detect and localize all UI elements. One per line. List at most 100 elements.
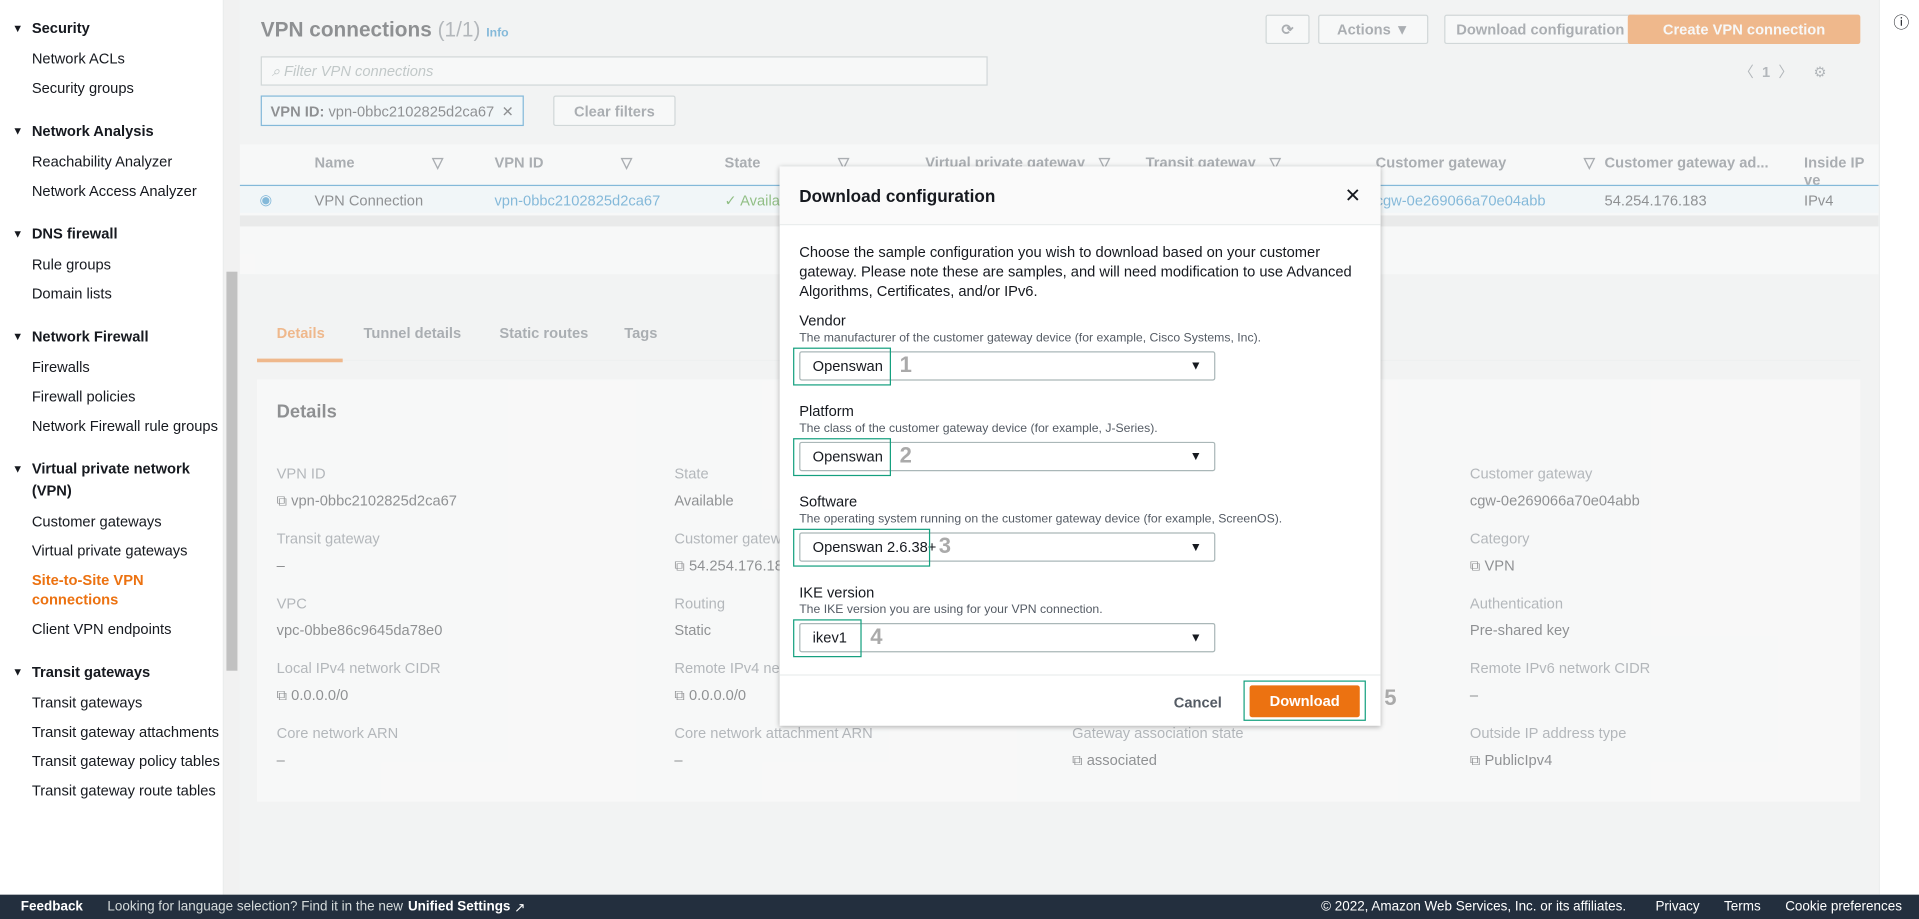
info-icon[interactable]: ⓘ	[1893, 10, 1909, 33]
actions-button[interactable]: Actions ▼	[1318, 14, 1429, 45]
column-header-inside-ip-ve[interactable]: Inside IP ve	[1804, 154, 1879, 188]
feedback-link[interactable]: Feedback	[21, 900, 83, 915]
detail-value-text: Pre-shared key	[1469, 621, 1570, 639]
prev-page-icon[interactable]: 〈	[1739, 64, 1754, 81]
tab-tunnel-details[interactable]: Tunnel details	[363, 324, 461, 341]
download-button[interactable]: Download	[1249, 685, 1360, 718]
terms-link[interactable]: Terms	[1724, 900, 1761, 915]
sort-icon[interactable]: ▽	[1584, 154, 1595, 171]
detail-value-text: Available	[674, 492, 734, 510]
detail-value-vpc[interactable]: vpc-0bbe86c9645da78e0	[277, 622, 443, 639]
copy-icon[interactable]: ⧉	[1470, 557, 1485, 574]
sidebar-item-firewalls[interactable]: Firewalls	[0, 357, 223, 377]
sidebar-item-rule-groups[interactable]: Rule groups	[0, 255, 223, 275]
sidebar-item-transit-gateway-route-tables[interactable]: Transit gateway route tables	[0, 781, 223, 801]
page-title: VPN connections	[260, 18, 432, 42]
sidebar-item-client-vpn-endpoints[interactable]: Client VPN endpoints	[0, 619, 223, 639]
sidebar-item-virtual-private-gateways[interactable]: Virtual private gateways	[0, 541, 223, 561]
close-icon[interactable]: ✕	[1345, 183, 1361, 207]
detail-label: Customer gateway	[1469, 465, 1593, 483]
sidebar-item-transit-gateways[interactable]: Transit gateways	[0, 693, 223, 713]
clear-filters-button[interactable]: Clear filters	[553, 95, 676, 127]
sidebar-item-reachability-analyzer[interactable]: Reachability Analyzer	[0, 152, 223, 172]
row-radio[interactable]: ◉	[259, 191, 272, 208]
copy-icon[interactable]: ⧉	[277, 687, 292, 704]
cell-vpn-id[interactable]: vpn-0bbc2102825d2ca67	[494, 192, 660, 209]
detail-value-text: VPN	[1484, 556, 1515, 575]
field-description: The IKE version you are using for your V…	[799, 603, 1103, 617]
copy-icon[interactable]: ⧉	[674, 687, 689, 704]
external-link-icon: ↗	[514, 900, 526, 915]
cancel-button[interactable]: Cancel	[1174, 694, 1222, 711]
sidebar-section-network-firewall[interactable]: ▼ Network Firewall	[0, 326, 223, 348]
sidebar-item-network-access-analyzer[interactable]: Network Access Analyzer	[0, 181, 223, 201]
detail-label: Core network attachment ARN	[674, 724, 873, 742]
copy-icon[interactable]: ⧉	[277, 492, 292, 509]
detail-value-text: 54.254.176.183	[688, 556, 792, 575]
sidebar-section-transit-gateways[interactable]: ▼ Transit gateways	[0, 661, 223, 683]
sidebar-section-security[interactable]: ▼ Security	[0, 17, 223, 39]
section-title: Transit gateways	[31, 663, 151, 681]
sidebar-item-firewall-policies[interactable]: Firewall policies	[0, 387, 223, 407]
privacy-link[interactable]: Privacy	[1655, 900, 1699, 915]
detail-value-core-network-arn: –	[277, 751, 285, 768]
copy-icon[interactable]: ⧉	[1470, 751, 1485, 768]
step-number: 2	[899, 443, 912, 468]
column-header-vpn-id[interactable]: VPN ID ▽	[494, 154, 632, 171]
detail-value-vpn-id[interactable]: ⧉ vpn-0bbc2102825d2ca67	[277, 492, 457, 510]
column-header-customer-gateway[interactable]: Customer gateway ▽	[1376, 154, 1595, 171]
sort-icon[interactable]: ▽	[621, 154, 632, 171]
tab-tags[interactable]: Tags	[624, 324, 657, 341]
settings-gear-icon[interactable]: ⚙	[1813, 64, 1826, 81]
details-title: Details	[276, 401, 337, 423]
detail-label: Routing	[674, 594, 726, 612]
sort-icon[interactable]: ▽	[432, 154, 443, 171]
detail-label: Category	[1469, 529, 1530, 548]
dialog-intro: Choose the sample configuration you wish…	[799, 243, 1352, 300]
section-title: Virtual private network (VPN)	[31, 460, 190, 500]
page-number[interactable]: 1	[1762, 64, 1770, 81]
detail-value-text: PublicIpv4	[1484, 751, 1553, 769]
create-vpn-connection-button[interactable]: Create VPN connection	[1627, 14, 1861, 45]
sidebar-item-network-acls[interactable]: Network ACLs	[0, 49, 223, 69]
detail-value-customer-gateway[interactable]: cgw-0e269066a70e04abb	[1470, 492, 1640, 509]
sidebar-scrollbar-thumb[interactable]	[226, 271, 238, 671]
cell-inside-ip: IPv4	[1804, 192, 1834, 210]
sidebar-item-transit-gateway-policy-tables[interactable]: Transit gateway policy tables	[0, 751, 223, 771]
column-header-customer-gateway-ad[interactable]: Customer gateway ad...	[1605, 154, 1769, 171]
column-header-name[interactable]: Name ▽	[315, 154, 444, 171]
column-label: State	[724, 154, 761, 172]
language-note: Looking for language selection? Find it …	[107, 899, 404, 915]
info-link[interactable]: Info	[486, 27, 508, 40]
cell-name: VPN Connection	[314, 192, 424, 210]
caret-down-icon: ▼	[12, 124, 24, 138]
sidebar-item-domain-lists[interactable]: Domain lists	[0, 284, 223, 304]
unified-settings-link[interactable]: Unified Settings	[408, 900, 510, 915]
tab-details[interactable]: Details	[277, 324, 325, 341]
copy-icon[interactable]: ⧉	[674, 557, 689, 574]
sidebar-section-dns-firewall[interactable]: ▼ DNS firewall	[0, 223, 223, 245]
cookie-preferences-link[interactable]: Cookie preferences	[1785, 900, 1902, 915]
sidebar-item-site-to-site-vpn-connections[interactable]: Site-to-Site VPN connections	[0, 570, 223, 609]
tab-static-routes[interactable]: Static routes	[499, 324, 588, 341]
remove-token-icon[interactable]: ✕	[502, 102, 514, 119]
section-title: Security	[31, 19, 90, 37]
footer: Feedback Looking for language selection?…	[0, 894, 1919, 919]
cell-cgw-address: 54.254.176.183	[1604, 192, 1707, 210]
sidebar-section-virtual-private-network-vpn[interactable]: ▼ Virtual private network (VPN)	[0, 458, 223, 502]
step-highlight	[793, 528, 931, 567]
actions-label: Actions	[1336, 20, 1391, 38]
copy-icon[interactable]: ⧉	[1072, 751, 1087, 768]
next-page-icon[interactable]: 〉	[1778, 64, 1793, 81]
sidebar-item-transit-gateway-attachments[interactable]: Transit gateway attachments	[0, 722, 223, 742]
download-configuration-button[interactable]: Download configuration	[1444, 14, 1637, 45]
cell-customer-gateway[interactable]: cgw-0e269066a70e04abb	[1376, 192, 1546, 209]
refresh-button[interactable]: ⟳	[1265, 14, 1310, 45]
sidebar-item-network-firewall-rule-groups[interactable]: Network Firewall rule groups	[0, 416, 223, 436]
caret-down-icon: ▼	[1189, 359, 1202, 373]
sidebar-section-network-analysis[interactable]: ▼ Network Analysis	[0, 120, 223, 142]
sidebar-item-security-groups[interactable]: Security groups	[0, 78, 223, 98]
filter-input[interactable]: ⌕ Filter VPN connections	[260, 56, 988, 86]
sidebar-item-customer-gateways[interactable]: Customer gateways	[0, 512, 223, 532]
detail-value-transit-gateway: –	[277, 557, 285, 574]
